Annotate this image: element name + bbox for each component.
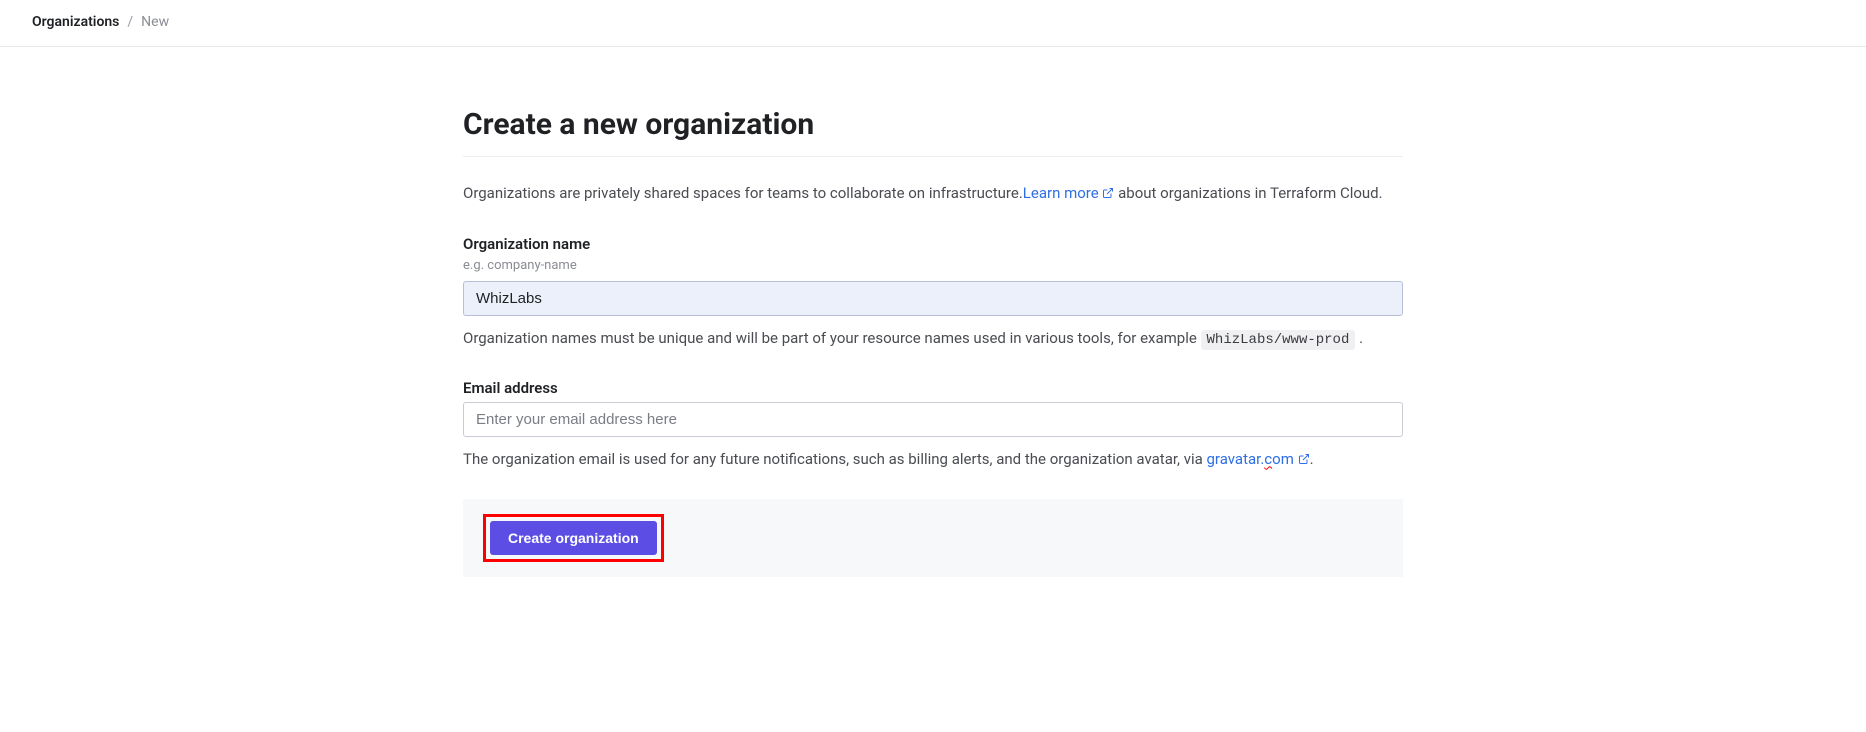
intro-before: Organizations are privately shared space… <box>463 184 1023 202</box>
breadcrumb-link-organizations[interactable]: Organizations <box>32 14 119 30</box>
intro-text: Organizations are privately shared space… <box>463 181 1403 205</box>
org-name-example: e.g. company-name <box>463 258 1403 273</box>
page-title: Create a new organization <box>463 107 1403 157</box>
org-name-code-example: WhizLabs/www-prod <box>1201 330 1356 350</box>
email-input[interactable] <box>463 402 1403 437</box>
org-name-field-group: Organization name e.g. company-name Orga… <box>463 235 1403 351</box>
email-label: Email address <box>463 379 1403 397</box>
breadcrumb: Organizations / New <box>0 0 1866 47</box>
external-link-icon <box>1102 187 1114 199</box>
org-name-help-before: Organization names must be unique and wi… <box>463 329 1201 347</box>
footer-action-bar: Create organization <box>463 499 1403 577</box>
org-name-input[interactable] <box>463 281 1403 316</box>
main-content: Create a new organization Organizations … <box>463 47 1403 577</box>
org-name-help: Organization names must be unique and wi… <box>463 326 1403 351</box>
breadcrumb-separator: / <box>127 14 133 30</box>
intro-after: about organizations in Terraform Cloud. <box>1114 184 1382 202</box>
gravatar-link[interactable]: gravatar.com <box>1207 450 1310 468</box>
email-help-after: . <box>1310 450 1314 468</box>
email-help: The organization email is used for any f… <box>463 447 1403 471</box>
org-name-label: Organization name <box>463 235 1403 253</box>
create-organization-button[interactable]: Create organization <box>490 521 657 555</box>
email-field-group: Email address The organization email is … <box>463 379 1403 471</box>
learn-more-link[interactable]: Learn more <box>1023 184 1115 202</box>
highlight-annotation: Create organization <box>483 514 664 562</box>
external-link-icon <box>1298 453 1310 465</box>
email-help-before: The organization email is used for any f… <box>463 450 1207 468</box>
breadcrumb-current: New <box>141 14 169 30</box>
org-name-help-after: . <box>1355 329 1363 347</box>
